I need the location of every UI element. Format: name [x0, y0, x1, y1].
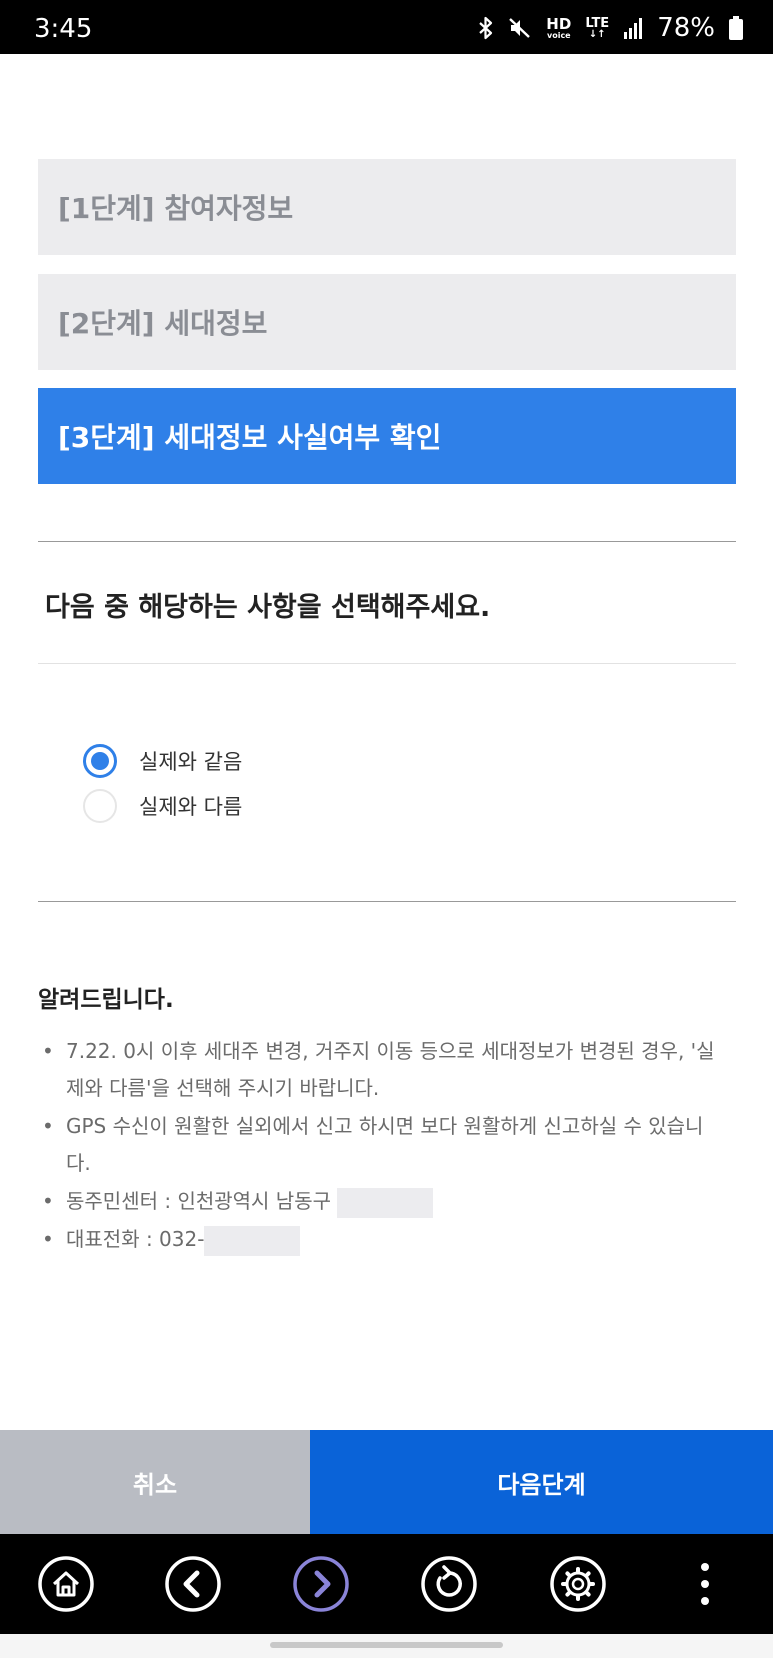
- redacted-block: [337, 1187, 434, 1218]
- forward-icon[interactable]: [291, 1554, 351, 1614]
- next-step-button[interactable]: 다음단계: [310, 1430, 773, 1534]
- refresh-icon[interactable]: [419, 1554, 479, 1614]
- settings-icon[interactable]: [548, 1554, 608, 1614]
- notice-item: • 대표전화 : 032-: [38, 1221, 728, 1258]
- notice-title: 알려드립니다.: [38, 987, 174, 1013]
- option-different-from-actual[interactable]: 실제와 다름: [83, 786, 242, 826]
- hd-voice-indicator: HD voice: [546, 14, 572, 40]
- more-icon[interactable]: [680, 1554, 730, 1614]
- option-same-as-actual[interactable]: 실제와 같음: [83, 741, 242, 781]
- redacted-block: [204, 1225, 301, 1256]
- home-indicator[interactable]: [270, 1642, 503, 1648]
- radio-button[interactable]: [83, 744, 117, 778]
- step-3-header[interactable]: [3단계] 세대정보 사실여부 확인: [38, 388, 736, 484]
- home-icon[interactable]: [36, 1554, 96, 1614]
- question-text: 다음 중 해당하는 사항을 선택해주세요.: [45, 592, 491, 623]
- status-icons: HD voice LTE ↓↑ 78%: [478, 14, 743, 42]
- signal-icon: [624, 18, 643, 39]
- notice-list: • 7.22. 0시 이후 세대주 변경, 거주지 이동 등으로 세대정보가 변경…: [38, 1033, 728, 1259]
- divider: [38, 663, 736, 664]
- notice-item: • GPS 수신이 원활한 실외에서 신고 하시면 보다 원활하게 신고하실 수 …: [42, 1114, 704, 1175]
- back-icon[interactable]: [163, 1554, 223, 1614]
- gesture-bar: [0, 1634, 773, 1658]
- step-2-header[interactable]: [2단계] 세대정보: [38, 274, 736, 370]
- battery-percent: 78%: [657, 13, 715, 43]
- bluetooth-icon: [479, 16, 493, 40]
- battery-icon: [729, 16, 743, 40]
- status-time: 3:45: [34, 14, 93, 44]
- option-label: 실제와 같음: [139, 750, 243, 774]
- status-bar: 3:45 HD voice LTE ↓↑ 78%: [0, 0, 773, 54]
- navigation-bar: [0, 1534, 773, 1634]
- divider: [38, 541, 736, 542]
- radio-button[interactable]: [83, 789, 117, 823]
- notice-item: • 7.22. 0시 이후 세대주 변경, 거주지 이동 등으로 세대정보가 변경…: [42, 1039, 715, 1100]
- lte-indicator: LTE ↓↑: [585, 15, 610, 40]
- mute-icon: [509, 18, 531, 38]
- divider: [38, 901, 736, 902]
- step-1-header[interactable]: [1단계] 참여자정보: [38, 159, 736, 255]
- notice-item: • 동주민센터 : 인천광역시 남동구: [38, 1183, 728, 1220]
- cancel-button[interactable]: 취소: [0, 1430, 310, 1534]
- option-label: 실제와 다름: [139, 795, 243, 819]
